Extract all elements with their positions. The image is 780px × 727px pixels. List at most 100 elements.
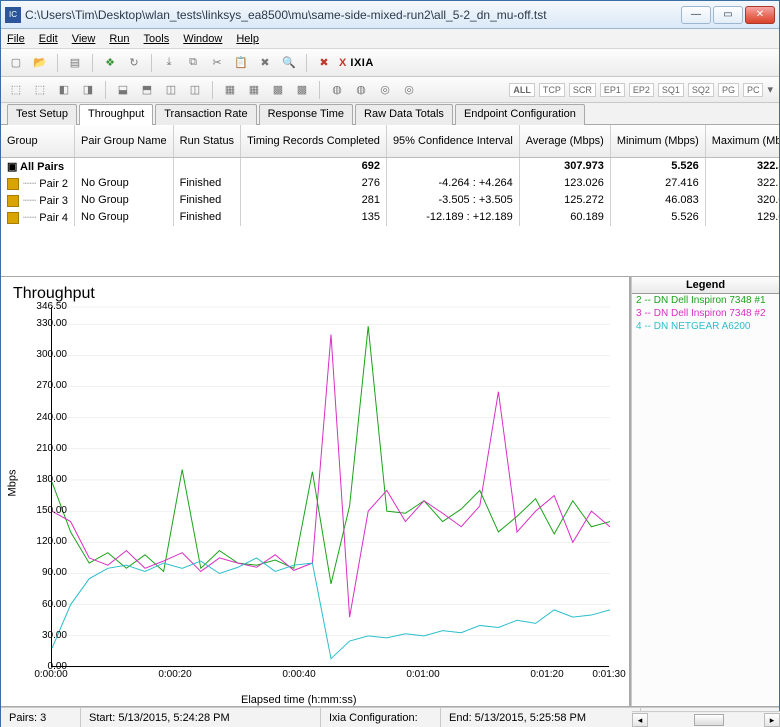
- tool-icon[interactable]: ⬚: [7, 81, 25, 99]
- table-row[interactable]: ┈┈ Pair 4No GroupFinished135-12.189 : +1…: [1, 209, 779, 226]
- tool-icon[interactable]: ◫: [162, 81, 180, 99]
- save-icon[interactable]: ▤: [66, 54, 84, 72]
- tool-icon[interactable]: ⬒: [138, 81, 156, 99]
- tool-icon[interactable]: ◫: [186, 81, 204, 99]
- y-tick: 210.00: [27, 443, 67, 454]
- close-button[interactable]: ✕: [745, 6, 775, 24]
- chart-plot[interactable]: [51, 307, 609, 667]
- col-group[interactable]: Group: [1, 125, 75, 157]
- separator-icon: [151, 54, 152, 72]
- export-icon[interactable]: ⤓: [160, 54, 178, 72]
- title-bar: IC C:\Users\Tim\Desktop\wlan_tests\links…: [1, 1, 779, 29]
- app-icon: IC: [5, 7, 21, 23]
- filter-all[interactable]: ALL: [509, 83, 535, 97]
- col-maximum[interactable]: Maximum (Mbps): [705, 125, 779, 157]
- tool-icon[interactable]: ◧: [55, 81, 73, 99]
- delete-icon[interactable]: ✖: [256, 54, 274, 72]
- results-grid: Group Pair Group Name Run Status Timing …: [1, 125, 779, 277]
- pair-icon: [7, 178, 19, 190]
- tab-raw-data-totals[interactable]: Raw Data Totals: [355, 104, 453, 125]
- separator-icon: [92, 54, 93, 72]
- col-average[interactable]: Average (Mbps): [519, 125, 610, 157]
- dropdown-icon[interactable]: ▾: [767, 83, 773, 96]
- stop-icon[interactable]: ✖: [315, 54, 333, 72]
- y-tick: 330.00: [27, 318, 67, 329]
- pair-icon: [7, 195, 19, 207]
- col-timing-records[interactable]: Timing Records Completed: [241, 125, 387, 157]
- separator-icon: [319, 81, 320, 99]
- status-ixia-config: Ixia Configuration:: [321, 708, 441, 727]
- cut-icon[interactable]: ✂: [208, 54, 226, 72]
- menu-run[interactable]: Run: [109, 33, 129, 45]
- menu-file[interactable]: File: [7, 33, 25, 45]
- menu-view[interactable]: View: [72, 33, 96, 45]
- toolbar-secondary: ⬚ ⬚ ◧ ◨ ⬓ ⬒ ◫ ◫ ▦ ▦ ▩ ▩ ◍ ◍ ◎ ◎ ALL TCP …: [1, 77, 779, 103]
- result-tabs: Test Setup Throughput Transaction Rate R…: [1, 103, 779, 125]
- y-tick: 240.00: [27, 412, 67, 423]
- tool-icon[interactable]: ◍: [328, 81, 346, 99]
- tab-endpoint-config[interactable]: Endpoint Configuration: [455, 104, 585, 125]
- filter-tcp[interactable]: TCP: [539, 83, 565, 97]
- tool-icon[interactable]: ◎: [376, 81, 394, 99]
- y-tick: 90.00: [27, 567, 67, 578]
- y-tick: 150.00: [27, 505, 67, 516]
- filter-ep2[interactable]: EP2: [629, 83, 654, 97]
- maximize-button[interactable]: ▭: [713, 6, 743, 24]
- filter-sq2[interactable]: SQ2: [688, 83, 714, 97]
- window-title: C:\Users\Tim\Desktop\wlan_tests\linksys_…: [25, 8, 681, 22]
- tab-response-time[interactable]: Response Time: [259, 104, 353, 125]
- y-axis-label: Mbps: [6, 470, 18, 497]
- tab-test-setup[interactable]: Test Setup: [7, 104, 77, 125]
- legend-item[interactable]: 3 -- DN Dell Inspiron 7348 #2: [632, 307, 779, 320]
- col-confidence[interactable]: 95% Confidence Interval: [386, 125, 519, 157]
- menu-edit[interactable]: Edit: [39, 33, 58, 45]
- menu-tools[interactable]: Tools: [144, 33, 170, 45]
- loop-icon[interactable]: ↻: [125, 54, 143, 72]
- tool-icon[interactable]: ▦: [245, 81, 263, 99]
- x-tick: 0:00:00: [26, 669, 76, 680]
- x-axis-label: Elapsed time (h:mm:ss): [241, 694, 357, 706]
- tool-icon[interactable]: ▩: [269, 81, 287, 99]
- menu-bar: File Edit View Run Tools Window Help: [1, 29, 779, 49]
- minimize-button[interactable]: —: [681, 6, 711, 24]
- new-icon[interactable]: ▢: [7, 54, 25, 72]
- filter-scr[interactable]: SCR: [569, 83, 596, 97]
- collapse-icon[interactable]: ▣: [7, 161, 17, 173]
- y-tick: 60.00: [27, 599, 67, 610]
- tab-throughput[interactable]: Throughput: [79, 104, 153, 125]
- tool-icon[interactable]: ◎: [400, 81, 418, 99]
- table-row[interactable]: ▣ All Pairs692307.9735.526322.581: [1, 157, 779, 175]
- filter-pc[interactable]: PC: [743, 83, 764, 97]
- tool-icon[interactable]: ⬚: [31, 81, 49, 99]
- filter-sq1[interactable]: SQ1: [658, 83, 684, 97]
- legend-item[interactable]: 4 -- DN NETGEAR A6200: [632, 320, 779, 333]
- open-icon[interactable]: 📂: [31, 54, 49, 72]
- col-pair-group[interactable]: Pair Group Name: [75, 125, 174, 157]
- legend-item[interactable]: 2 -- DN Dell Inspiron 7348 #1: [632, 294, 779, 307]
- table-row[interactable]: ┈┈ Pair 2No GroupFinished276-4.264 : +4.…: [1, 175, 779, 192]
- tab-transaction-rate[interactable]: Transaction Rate: [155, 104, 256, 125]
- chart-title: Throughput: [13, 285, 625, 303]
- menu-window[interactable]: Window: [183, 33, 222, 45]
- filter-ep1[interactable]: EP1: [600, 83, 625, 97]
- col-minimum[interactable]: Minimum (Mbps): [610, 125, 705, 157]
- window-buttons: — ▭ ✕: [681, 6, 775, 24]
- menu-help[interactable]: Help: [236, 33, 259, 45]
- toolbar-main: ▢ 📂 ▤ ❖ ↻ ⤓ ⧉ ✂ 📋 ✖ 🔍 ✖ X IXIA: [1, 49, 779, 77]
- tool-icon[interactable]: ▦: [221, 81, 239, 99]
- table-row[interactable]: ┈┈ Pair 3No GroupFinished281-3.505 : +3.…: [1, 192, 779, 209]
- copy-icon[interactable]: ⧉: [184, 54, 202, 72]
- run-icon[interactable]: ❖: [101, 54, 119, 72]
- filter-pg[interactable]: PG: [718, 83, 739, 97]
- find-icon[interactable]: 🔍: [280, 54, 298, 72]
- chart-area: Throughput Mbps 0.0030.0060.0090.00120.0…: [1, 277, 779, 707]
- tool-icon[interactable]: ◨: [79, 81, 97, 99]
- tool-icon[interactable]: ◍: [352, 81, 370, 99]
- x-tick: 0:01:30: [584, 669, 634, 680]
- paste-icon[interactable]: 📋: [232, 54, 250, 72]
- y-tick: 180.00: [27, 474, 67, 485]
- tool-icon[interactable]: ⬓: [114, 81, 132, 99]
- separator-icon: [57, 54, 58, 72]
- tool-icon[interactable]: ▩: [293, 81, 311, 99]
- col-run-status[interactable]: Run Status: [173, 125, 240, 157]
